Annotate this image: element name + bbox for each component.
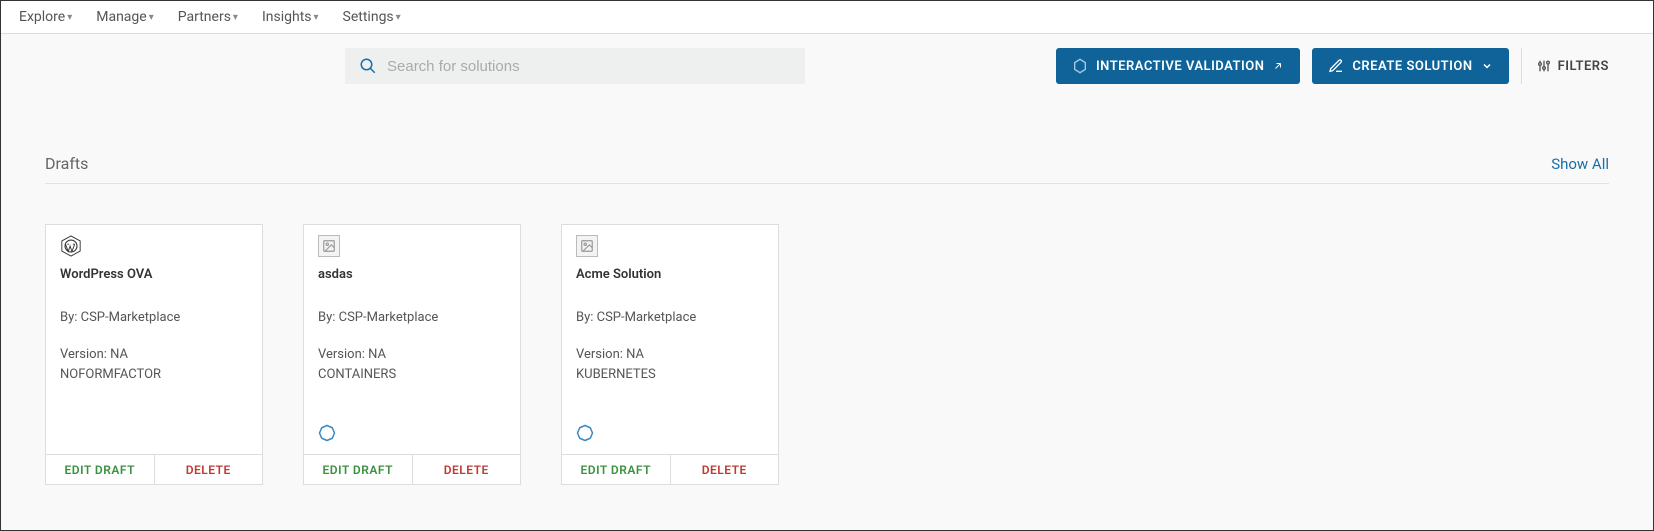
edit-icon [1328, 58, 1344, 74]
validation-badge-icon [576, 424, 594, 442]
external-link-icon [1272, 60, 1284, 72]
card-title: WordPress OVA [60, 267, 248, 282]
toolbar: INTERACTIVE VALIDATION CREATE SOLUTION F… [45, 34, 1609, 84]
nav-label: Manage [96, 9, 146, 25]
card-form-factor: NOFORMFACTOR [60, 365, 248, 385]
section-header: Drafts Show All [45, 154, 1609, 184]
image-placeholder-icon [576, 235, 598, 257]
nav-item-manage[interactable]: Manage ▾ [96, 9, 154, 25]
card-body: asdas By: CSP-Marketplace Version: NA CO… [304, 225, 520, 454]
interactive-validation-button[interactable]: INTERACTIVE VALIDATION [1056, 48, 1300, 84]
create-solution-button[interactable]: CREATE SOLUTION [1312, 48, 1508, 84]
show-all-link[interactable]: Show All [1551, 155, 1609, 173]
validation-badge-icon [318, 424, 336, 442]
nav-label: Settings [343, 9, 394, 25]
card-publisher: By: CSP-Marketplace [576, 310, 764, 325]
chevron-down-icon: ▾ [396, 12, 401, 23]
chevron-down-icon: ▾ [67, 12, 72, 23]
search-box[interactable] [345, 48, 805, 84]
nav-item-settings[interactable]: Settings ▾ [343, 9, 401, 25]
draft-card: asdas By: CSP-Marketplace Version: NA CO… [303, 224, 521, 485]
chevron-down-icon: ▾ [149, 12, 154, 23]
chevron-down-icon: ▾ [233, 12, 238, 23]
chevron-down-icon: ▾ [314, 12, 319, 23]
filters-label: FILTERS [1558, 59, 1609, 74]
nav-item-partners[interactable]: Partners ▾ [178, 9, 238, 25]
main-content: INTERACTIVE VALIDATION CREATE SOLUTION F… [1, 34, 1653, 530]
edit-draft-button[interactable]: EDIT DRAFT [304, 455, 412, 484]
chevron-down-icon [1481, 60, 1493, 72]
card-actions: EDIT DRAFT DELETE [46, 454, 262, 484]
edit-draft-button[interactable]: EDIT DRAFT [46, 455, 154, 484]
delete-button[interactable]: DELETE [154, 455, 263, 484]
nav-label: Partners [178, 9, 231, 25]
search-input[interactable] [387, 58, 791, 75]
image-placeholder-icon [318, 235, 340, 257]
card-title: asdas [318, 267, 506, 282]
button-label: INTERACTIVE VALIDATION [1096, 59, 1264, 74]
validation-icon [1072, 58, 1088, 74]
button-label: CREATE SOLUTION [1352, 59, 1472, 74]
card-version: Version: NA [318, 345, 506, 365]
card-actions: EDIT DRAFT DELETE [304, 454, 520, 484]
nav-label: Explore [19, 9, 65, 25]
wordpress-icon [60, 235, 82, 257]
nav-item-insights[interactable]: Insights ▾ [262, 9, 319, 25]
draft-card: Acme Solution By: CSP-Marketplace Versio… [561, 224, 779, 485]
delete-button[interactable]: DELETE [412, 455, 521, 484]
nav-item-explore[interactable]: Explore ▾ [19, 9, 72, 25]
card-body: Acme Solution By: CSP-Marketplace Versio… [562, 225, 778, 454]
filters-icon [1536, 58, 1552, 74]
card-actions: EDIT DRAFT DELETE [562, 454, 778, 484]
nav-label: Insights [262, 9, 312, 25]
card-form-factor: CONTAINERS [318, 365, 506, 385]
delete-button[interactable]: DELETE [670, 455, 779, 484]
draft-card: WordPress OVA By: CSP-Marketplace Versio… [45, 224, 263, 485]
search-icon [359, 57, 377, 75]
card-version: Version: NA [60, 345, 248, 365]
edit-draft-button[interactable]: EDIT DRAFT [562, 455, 670, 484]
card-form-factor: KUBERNETES [576, 365, 764, 385]
cards-row: WordPress OVA By: CSP-Marketplace Versio… [45, 224, 1609, 485]
filters-button[interactable]: FILTERS [1521, 48, 1609, 84]
card-title: Acme Solution [576, 267, 764, 282]
card-publisher: By: CSP-Marketplace [318, 310, 506, 325]
card-publisher: By: CSP-Marketplace [60, 310, 248, 325]
top-nav: Explore ▾ Manage ▾ Partners ▾ Insights ▾… [1, 1, 1653, 34]
card-body: WordPress OVA By: CSP-Marketplace Versio… [46, 225, 262, 454]
section-title: Drafts [45, 154, 88, 173]
card-version: Version: NA [576, 345, 764, 365]
